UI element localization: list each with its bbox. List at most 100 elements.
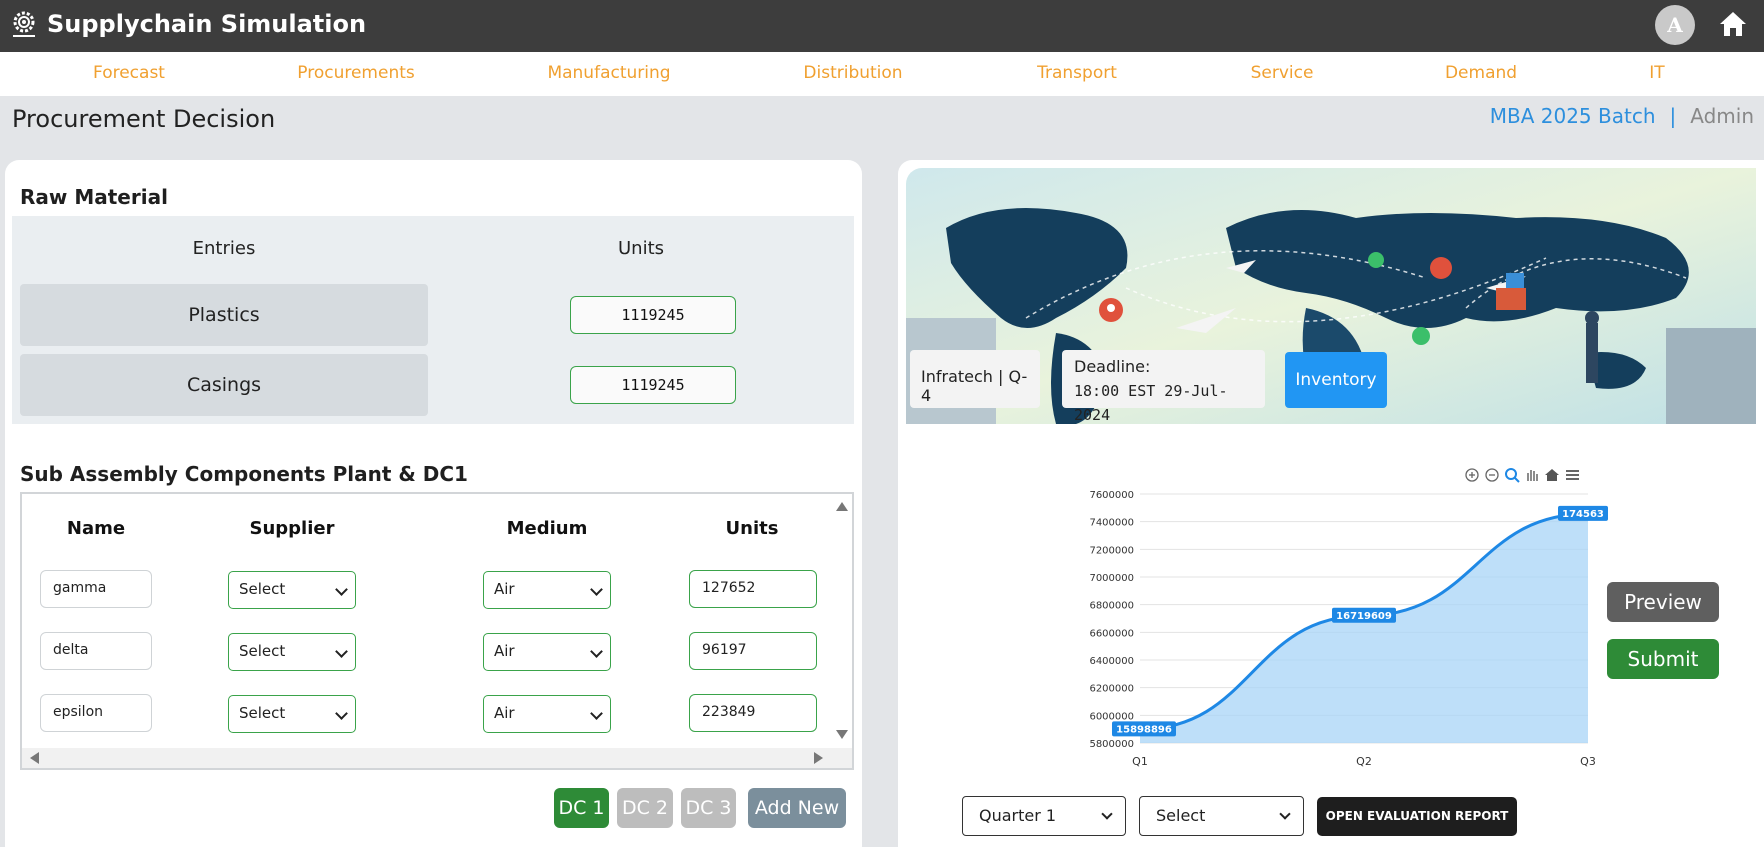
scroll-up-icon[interactable] (836, 502, 848, 511)
y-tick-label: 16400000 (1090, 656, 1134, 667)
pan-icon[interactable] (1527, 470, 1538, 481)
th-name: Name (66, 518, 126, 539)
open-evaluation-report-button[interactable]: OPEN EVALUATION REPORT (1317, 797, 1517, 836)
name-input-epsilon[interactable]: epsilon (40, 694, 152, 732)
forecast-area-chart: 15800000 16000000 16200000 16400000 16600000… (1090, 468, 1608, 768)
nav-transport[interactable]: Transport (1037, 63, 1117, 83)
data-label: 15898896 (1116, 724, 1172, 735)
sub-assembly-title: Sub Assembly Components Plant & DC1 (20, 462, 468, 486)
chevron-down-icon (590, 707, 603, 720)
data-label: 174563 (1562, 509, 1604, 520)
scroll-right-icon[interactable] (814, 752, 823, 764)
y-tick-label: 16800000 (1090, 601, 1134, 612)
entry-plastics: Plastics (20, 284, 428, 346)
supplier-select-delta[interactable]: Select (228, 633, 356, 671)
company-chip: Infratech | Q-4 (910, 350, 1040, 408)
zoom-in-icon[interactable] (1465, 468, 1479, 482)
sub-assembly-table: Name Supplier Medium Units gamma Select … (20, 492, 854, 770)
top-bar: Supplychain Simulation A (0, 0, 1764, 52)
batch-info: MBA 2025 Batch | Admin (1490, 104, 1754, 128)
deadline-chip: Deadline: 18:00 EST 29-Jul-2024 (1062, 350, 1265, 424)
y-tick-label: 17600000 (1090, 490, 1134, 501)
page-title: Procurement Decision (12, 105, 276, 133)
y-tick-label: 17400000 (1090, 518, 1134, 529)
zoom-select-icon[interactable] (1505, 468, 1520, 483)
avatar[interactable]: A (1655, 5, 1695, 45)
nav-distribution[interactable]: Distribution (803, 63, 902, 83)
deadline-value: 18:00 EST 29-Jul-2024 (1074, 382, 1228, 424)
secondary-select[interactable]: Select (1139, 796, 1304, 836)
chevron-down-icon (1279, 808, 1291, 820)
nav-procurements[interactable]: Procurements (297, 63, 414, 83)
units-input-epsilon[interactable]: 223849 (689, 694, 817, 732)
scroll-left-icon[interactable] (30, 752, 39, 764)
y-tick-label: 17000000 (1090, 573, 1134, 584)
secondary-select-value: Select (1156, 806, 1206, 825)
series-area (1140, 513, 1588, 743)
medium-value: Air (494, 642, 515, 660)
nav-forecast[interactable]: Forecast (93, 63, 165, 83)
chevron-down-icon (335, 583, 348, 596)
y-tick-label: 16200000 (1090, 684, 1134, 695)
supplier-select-epsilon[interactable]: Select (228, 695, 356, 733)
horizontal-scrollbar[interactable] (22, 748, 852, 768)
chevron-down-icon (1101, 808, 1113, 820)
batch-separator: | (1669, 104, 1677, 128)
reset-home-icon[interactable] (1545, 469, 1559, 481)
y-tick-label: 15800000 (1090, 739, 1134, 750)
th-units: Units (725, 518, 779, 539)
medium-value: Air (494, 704, 515, 722)
submit-button[interactable]: Submit (1607, 639, 1719, 679)
data-label: 16719609 (1336, 611, 1392, 622)
main-nav: Forecast Procurements Manufacturing Dist… (0, 52, 1764, 96)
col-units: Units (617, 238, 665, 259)
units-plastics-input[interactable]: 1119245 (570, 296, 736, 334)
gear-logo-icon (13, 11, 35, 37)
raw-material-title: Raw Material (20, 185, 168, 209)
medium-select-delta[interactable]: Air (483, 633, 611, 671)
units-casings-input[interactable]: 1119245 (570, 366, 736, 404)
raw-material-table: Entries Units Plastics 1119245 Casings 1… (12, 216, 854, 424)
vertical-scrollbar[interactable] (832, 494, 852, 750)
dc1-button[interactable]: DC 1 (554, 788, 609, 828)
inventory-button[interactable]: Inventory (1285, 352, 1387, 408)
th-medium: Medium (506, 518, 588, 539)
medium-select-epsilon[interactable]: Air (483, 695, 611, 733)
batch-label[interactable]: MBA 2025 Batch (1490, 104, 1656, 128)
entry-casings: Casings (20, 354, 428, 416)
dc2-button[interactable]: DC 2 (617, 788, 673, 828)
add-new-button[interactable]: Add New (748, 788, 846, 828)
x-tick-label: Q2 (1356, 755, 1372, 768)
nav-service[interactable]: Service (1251, 63, 1314, 83)
name-input-gamma[interactable]: gamma (40, 570, 152, 608)
medium-select-gamma[interactable]: Air (483, 571, 611, 609)
x-tick-label: Q3 (1580, 755, 1596, 768)
scroll-down-icon[interactable] (836, 730, 848, 739)
quarter-value: Quarter 1 (979, 806, 1057, 825)
nav-it[interactable]: IT (1649, 63, 1664, 83)
nav-demand[interactable]: Demand (1445, 63, 1517, 83)
nav-manufacturing[interactable]: Manufacturing (547, 63, 670, 83)
chevron-down-icon (590, 583, 603, 596)
home-icon[interactable] (1718, 9, 1748, 39)
zoom-out-icon[interactable] (1485, 468, 1499, 482)
th-supplier: Supplier (249, 518, 335, 539)
menu-icon[interactable] (1566, 470, 1579, 480)
quarter-select[interactable]: Quarter 1 (962, 796, 1126, 836)
chevron-down-icon (335, 707, 348, 720)
units-input-gamma[interactable]: 127652 (689, 570, 817, 608)
supplier-value: Select (239, 580, 286, 598)
y-tick-label: 17200000 (1090, 545, 1134, 556)
supplier-select-gamma[interactable]: Select (228, 571, 356, 609)
deadline-label: Deadline: (1074, 357, 1151, 376)
medium-value: Air (494, 580, 515, 598)
role-label: Admin (1690, 104, 1754, 128)
y-tick-label: 16600000 (1090, 628, 1134, 639)
supplier-value: Select (239, 704, 286, 722)
name-input-delta[interactable]: delta (40, 632, 152, 670)
units-input-delta[interactable]: 96197 (689, 632, 817, 670)
preview-button[interactable]: Preview (1607, 582, 1719, 622)
app-title: Supplychain Simulation (47, 10, 367, 38)
dc3-button[interactable]: DC 3 (681, 788, 736, 828)
chevron-down-icon (335, 645, 348, 658)
